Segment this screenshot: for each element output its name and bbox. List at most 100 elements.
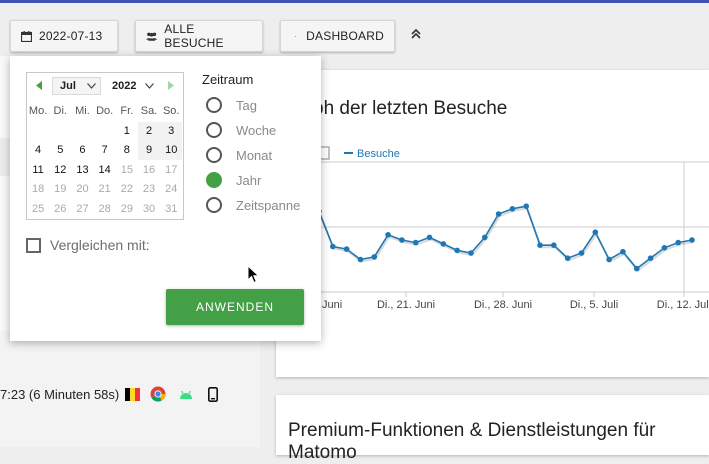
radio-circle[interactable] [206,172,222,188]
calendar-day: 20 [76,183,89,196]
calendar-day[interactable]: 12 [49,161,71,180]
data-point[interactable] [343,246,350,252]
double-chevron-up-icon[interactable] [410,28,422,40]
date-selector-button[interactable]: 2022-07-13 [10,20,118,52]
period-radio-monat[interactable]: Monat [206,147,272,163]
weekday-label: Mo. [28,105,48,118]
period-label: Tag [236,97,257,113]
data-point[interactable] [357,256,364,263]
calendar-day[interactable]: 11 [27,161,49,180]
prev-month-icon[interactable] [36,81,43,90]
segment-selector-button[interactable]: ALLE BESUCHE [135,20,263,52]
calendar-week: 11 12 13 14 15 16 17 [27,161,183,181]
calendar-day: 17 [165,163,178,176]
calendar-day: 24 [165,183,178,196]
data-point[interactable] [620,248,626,255]
period-radio-jahr[interactable]: Jahr [206,172,261,188]
premium-features-title: Premium-Funktionen & Dienstleistungen fü… [288,420,656,441]
data-point[interactable] [578,250,585,256]
data-point[interactable] [481,234,488,241]
visits-graph-title: ph der letzten Besuche [313,98,508,119]
calendar-day[interactable]: 4 [27,141,49,160]
data-point[interactable] [647,255,654,261]
radio-circle[interactable] [206,197,222,213]
radio-circle[interactable] [206,147,222,163]
period-radio-zeitspanne[interactable]: Zeitspanne [206,197,300,213]
calendar-day[interactable]: 13 [71,161,93,180]
period-radio-woche[interactable]: Woche [206,122,276,138]
chevron-down-icon [145,83,154,89]
data-point[interactable] [385,232,391,238]
radio-circle[interactable] [206,97,222,113]
data-point[interactable] [412,239,419,246]
data-point[interactable] [675,239,681,246]
visits-graph-widget: ph der letzten Besuche Besuche Juni Di., 2… [276,70,709,377]
date-selector-label: 2022-07-13 [39,29,103,43]
dashboard-selector-label: DASHBOARD [306,29,384,43]
calendar-week: 18 19 20 21 22 23 24 [27,180,183,200]
data-point[interactable] [592,229,599,235]
data-point[interactable] [330,243,336,250]
calendar-grid: Mo. Di. Mi. Do. Fr. Sa. So. 1 2 3 4 5 6 7 8 9 10 11 12 13 14… [27,102,183,219]
calendar-day[interactable]: 14 [94,161,116,180]
data-point[interactable] [371,254,378,260]
calendar-day: 18 [31,183,45,196]
data-point[interactable] [537,242,543,248]
data-point[interactable] [551,242,557,248]
period-label: Zeitspanne [236,197,301,213]
calendar-week: 4 5 6 7 8 9 10 [27,141,183,161]
visit-duration: 7:23 (6 Minuten 58s) [0,386,120,402]
data-point[interactable] [633,265,640,272]
premium-features-title-line2: Matomo [288,442,357,463]
data-point[interactable] [426,234,433,241]
period-radio-tag[interactable]: Tag [206,97,257,113]
calendar-day: 19 [54,183,67,196]
data-point[interactable] [440,241,447,247]
year-select[interactable]: 2022 [104,77,159,95]
mouse-cursor-icon [247,265,260,284]
calendar-day: 31 [165,202,178,215]
calendar-day[interactable]: 8 [116,141,138,160]
data-point[interactable] [454,247,460,254]
period-selector-popup: Jul 2022 Mo. Di. Mi. Do. Fr. Sa. So. 1 2 3 4 5 6 7 8 9 1… [10,56,321,341]
data-point[interactable] [468,250,474,256]
calendar-day[interactable]: 1 [116,122,138,141]
visit-log-row: 7:23 (6 Minuten 58s) [0,378,260,410]
chevron-down-icon [87,83,96,89]
calendar-week: 123 [27,121,183,142]
apply-button[interactable]: ANWENDEN [166,289,304,325]
calendar-day[interactable]: 2 [137,121,161,141]
premium-features-widget: Premium-Funktionen & Dienstleistungen fü… [276,395,709,463]
calendar-day[interactable]: 3 [160,121,183,141]
dashboard-selector-button[interactable]: DASHBOARD [280,20,395,52]
data-point[interactable] [564,255,571,261]
calendar-day[interactable]: 6 [71,141,93,160]
data-point[interactable] [606,256,612,263]
checkbox-box[interactable] [26,237,41,253]
chrome-icon [150,386,166,402]
calendar-day: 22 [120,183,133,196]
data-point[interactable] [661,245,668,251]
data-point[interactable] [509,206,516,212]
calendar-day[interactable]: 10 [160,141,183,161]
calendar-day[interactable]: 5 [49,141,71,160]
year-select-value: 2022 [112,80,137,92]
radio-circle[interactable] [206,122,222,138]
top-accent-bar [0,0,709,3]
data-point[interactable] [495,211,502,217]
data-point[interactable] [689,237,695,243]
compare-checkbox[interactable]: Vergleichen mit: [26,237,150,253]
segment-selector-label: ALLE BESUCHE [164,22,224,50]
calendar-day: 16 [142,163,156,176]
calendar-day: 21 [98,183,111,196]
belgium-flag-icon [125,387,141,401]
data-point[interactable] [523,203,530,209]
legend-label[interactable]: Besuche [357,148,400,160]
calendar-day[interactable]: 9 [137,141,161,161]
next-month-icon[interactable] [167,81,174,90]
month-select[interactable]: Jul [52,77,101,95]
weekday-label: Do. [96,105,114,118]
calendar-day: 30 [142,202,156,215]
data-point[interactable] [399,237,405,243]
calendar-day[interactable]: 7 [94,141,116,160]
